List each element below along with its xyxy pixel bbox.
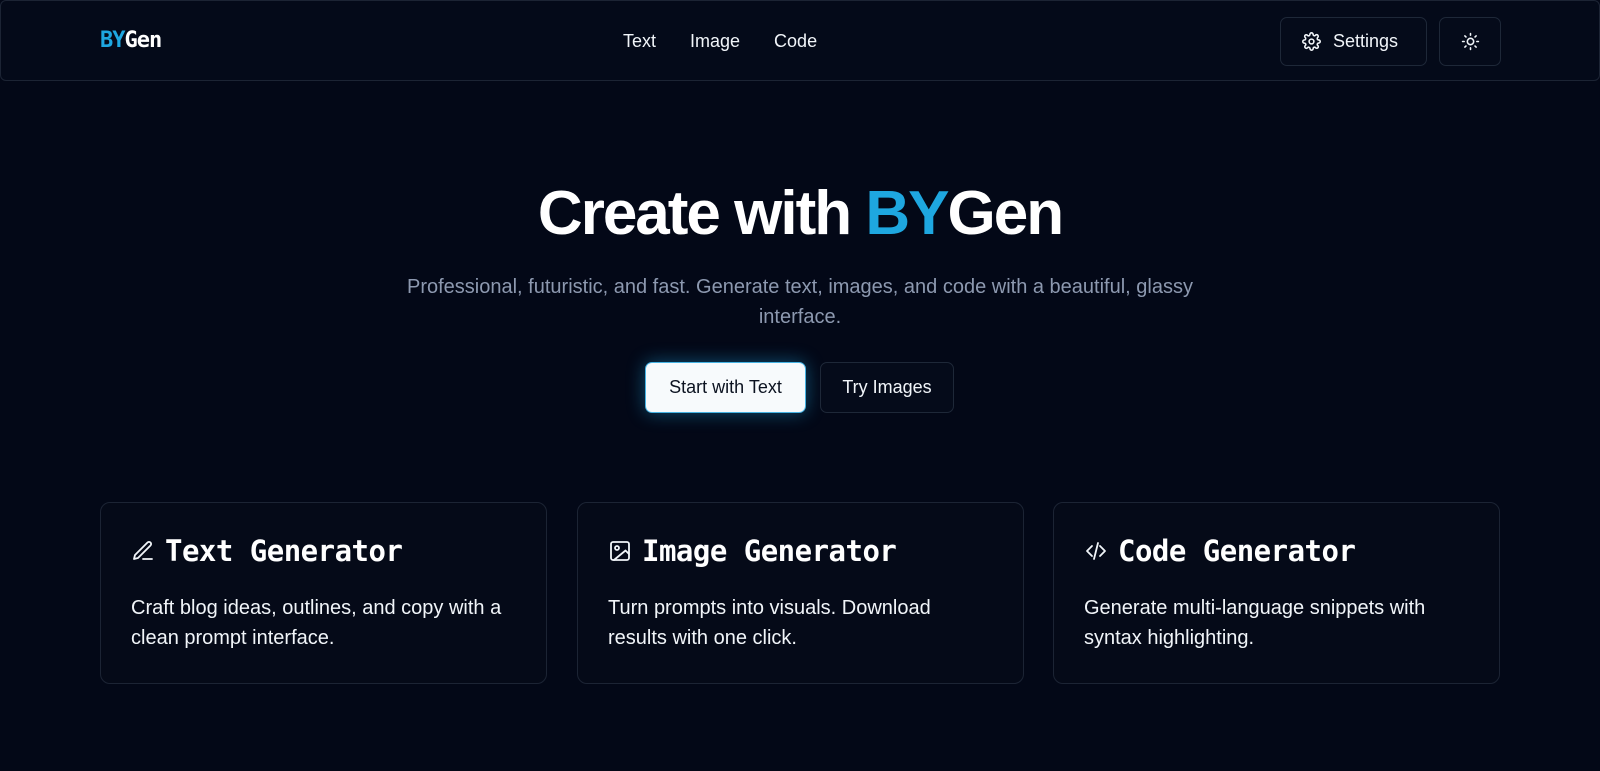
- theme-toggle-button[interactable]: [1439, 17, 1501, 66]
- brand-accent: BY: [100, 28, 125, 53]
- brand-logo[interactable]: BYGen: [100, 28, 163, 53]
- card-title: Code Generator: [1118, 534, 1356, 568]
- card-title: Image Generator: [642, 534, 897, 568]
- settings-label: Settings: [1333, 31, 1399, 51]
- pen-icon: [131, 539, 155, 563]
- hero-title-rest: Gen: [947, 179, 1064, 248]
- card-description: Turn prompts into visuals. Download resu…: [608, 597, 931, 649]
- nav-link-image[interactable]: Image: [690, 31, 740, 52]
- card-header: Image Generator: [608, 533, 993, 569]
- card-description: Generate multi-language snippets with sy…: [1084, 597, 1426, 649]
- hero-title: Create with BYGen: [0, 178, 1600, 249]
- card-title: Text Generator: [165, 534, 403, 568]
- main-nav: Text Image Code: [623, 31, 817, 52]
- top-navbar: BYGen Text Image Code Settings: [0, 0, 1600, 81]
- settings-button[interactable]: Settings: [1280, 17, 1427, 66]
- code-generator-card[interactable]: Code Generator Generate multi-language s…: [1053, 502, 1500, 684]
- start-with-text-button[interactable]: Start with Text: [645, 362, 806, 413]
- card-header: Text Generator: [131, 533, 516, 569]
- gear-icon: [1302, 32, 1321, 51]
- sun-icon: [1461, 32, 1480, 51]
- card-description: Craft blog ideas, outlines, and copy wit…: [131, 597, 502, 649]
- hero-subtitle: Professional, futuristic, and fast. Gene…: [407, 276, 1193, 328]
- nav-link-code[interactable]: Code: [774, 31, 817, 52]
- code-icon: [1084, 539, 1108, 563]
- try-images-button[interactable]: Try Images: [820, 362, 954, 413]
- brand-rest: Gen: [124, 28, 163, 53]
- nav-link-text[interactable]: Text: [623, 31, 656, 52]
- image-icon: [608, 539, 632, 563]
- card-header: Code Generator: [1084, 533, 1469, 569]
- image-generator-card[interactable]: Image Generator Turn prompts into visual…: [577, 502, 1024, 684]
- hero-title-prefix: Create with: [537, 179, 866, 248]
- text-generator-card[interactable]: Text Generator Craft blog ideas, outline…: [100, 502, 547, 684]
- hero-title-accent: BY: [865, 179, 949, 248]
